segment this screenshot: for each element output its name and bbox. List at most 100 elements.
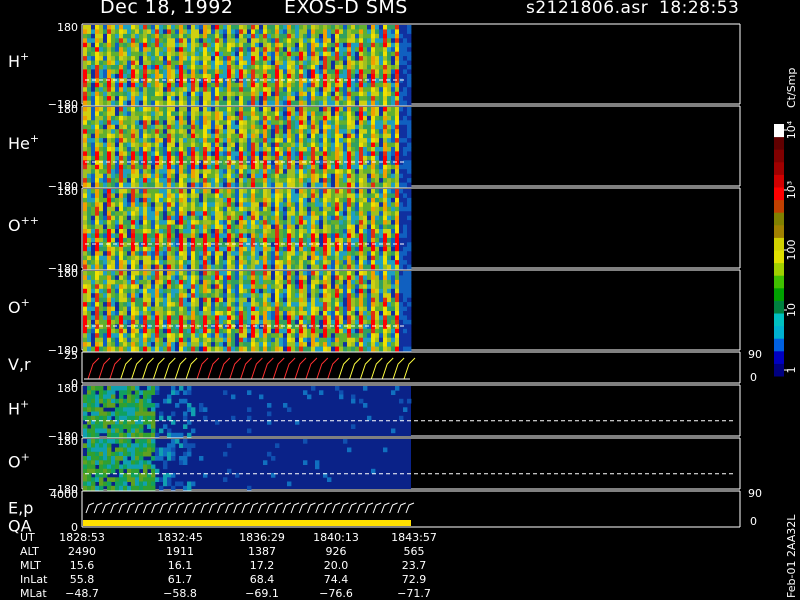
spin-cell: [231, 38, 236, 44]
spin-cell: [399, 120, 404, 126]
spin-cell: [395, 107, 400, 112]
spin-cell: [283, 193, 288, 199]
spin-cell: [103, 169, 108, 174]
spin-cell: [111, 333, 116, 338]
spin-cell: [211, 87, 216, 92]
spin-cell: [279, 189, 284, 194]
spin-cell: [247, 151, 252, 157]
spin-cell: [319, 164, 324, 170]
spin-cell: [355, 237, 360, 243]
spin-cell: [251, 260, 256, 265]
spin-cell: [191, 129, 196, 134]
spin-cell: [151, 275, 156, 281]
spin-cell: [171, 25, 176, 30]
spin-cell: [111, 160, 116, 166]
spin-cell: [127, 224, 132, 230]
spin-cell: [119, 333, 124, 338]
spin-cell: [179, 33, 184, 39]
spin-cell: [303, 173, 308, 179]
spin-cell: [107, 100, 112, 106]
spin-cell: [107, 193, 112, 199]
spin-cell: [123, 178, 128, 183]
spin-cell: [399, 51, 404, 57]
spin-cell: [159, 333, 164, 338]
spin-cell: [347, 147, 352, 152]
spin-cell: [355, 142, 360, 148]
spin-cell: [219, 38, 224, 44]
spin-cell: [95, 315, 100, 321]
spin-cell: [367, 215, 372, 221]
spin-cell: [223, 29, 228, 35]
spin-cell: [363, 69, 368, 75]
spin-cell: [247, 47, 252, 52]
spin-cell: [351, 124, 356, 130]
spin-cell: [147, 65, 152, 70]
spin-cell: [175, 120, 180, 126]
spin-cell: [227, 251, 232, 256]
spin-cell: [211, 42, 216, 48]
spin-cell: [167, 271, 172, 276]
spin-cell: [191, 155, 196, 161]
spin-cell: [331, 155, 336, 161]
spin-cell: [123, 111, 128, 117]
spin-cell: [207, 189, 212, 194]
spin-cell: [255, 138, 260, 143]
spin-cell: [251, 147, 256, 152]
spin-cell: [383, 197, 388, 203]
spin-cell: [207, 193, 212, 199]
spin-cell: [83, 25, 88, 30]
spin-cell: [395, 178, 400, 183]
spin-cell: [287, 147, 292, 152]
spin-cell: [355, 233, 360, 239]
spin-cell: [235, 220, 240, 225]
spin-cell: [295, 237, 300, 243]
spin-cell: [147, 73, 152, 79]
spin-cell: [251, 129, 256, 134]
spin-cell: [131, 164, 136, 170]
spin-cell: [375, 202, 380, 208]
spin-cell: [107, 284, 112, 290]
spin-cell: [391, 224, 396, 230]
spin-cell: [379, 129, 384, 134]
spin-cell: [355, 173, 360, 179]
spin-cell: [243, 111, 248, 117]
spin-cell: [167, 251, 172, 256]
spin-cell: [323, 147, 328, 152]
spin-cell: [331, 182, 336, 188]
spin-cell: [163, 237, 168, 243]
spin-cell: [163, 133, 168, 139]
spin-cell: [163, 120, 168, 126]
spin-cell: [231, 100, 236, 106]
spin-cell: [311, 197, 316, 203]
spin-cell: [315, 78, 320, 84]
spin-cell: [323, 220, 328, 225]
spin-cell: [283, 38, 288, 44]
spin-cell: [319, 215, 324, 221]
spin-cell: [135, 182, 140, 188]
spin-cell: [351, 142, 356, 148]
spin-cell: [231, 129, 236, 134]
spin-cell: [339, 224, 344, 230]
spin-cell: [231, 237, 236, 243]
spin-cell: [267, 33, 272, 39]
spin-cell: [107, 271, 112, 276]
spin-cell: [163, 197, 168, 203]
spin-cell: [175, 142, 180, 148]
spin-cell: [387, 164, 392, 170]
spin-cell: [387, 182, 392, 188]
spin-cell: [263, 78, 268, 84]
spin-cell: [179, 160, 184, 166]
spin-cell: [275, 193, 280, 199]
spin-cell: [179, 279, 184, 285]
spin-cell: [327, 33, 332, 39]
spin-cell: [223, 65, 228, 70]
spin-cell: [251, 142, 256, 148]
spin-cell: [367, 220, 372, 225]
spin-cell: [295, 60, 300, 66]
spin-cell: [263, 107, 268, 112]
spin-cell: [363, 264, 368, 270]
spin-cell: [143, 65, 148, 70]
spin-cell: [199, 142, 204, 148]
spin-cell: [171, 246, 176, 252]
spin-cell: [323, 60, 328, 66]
